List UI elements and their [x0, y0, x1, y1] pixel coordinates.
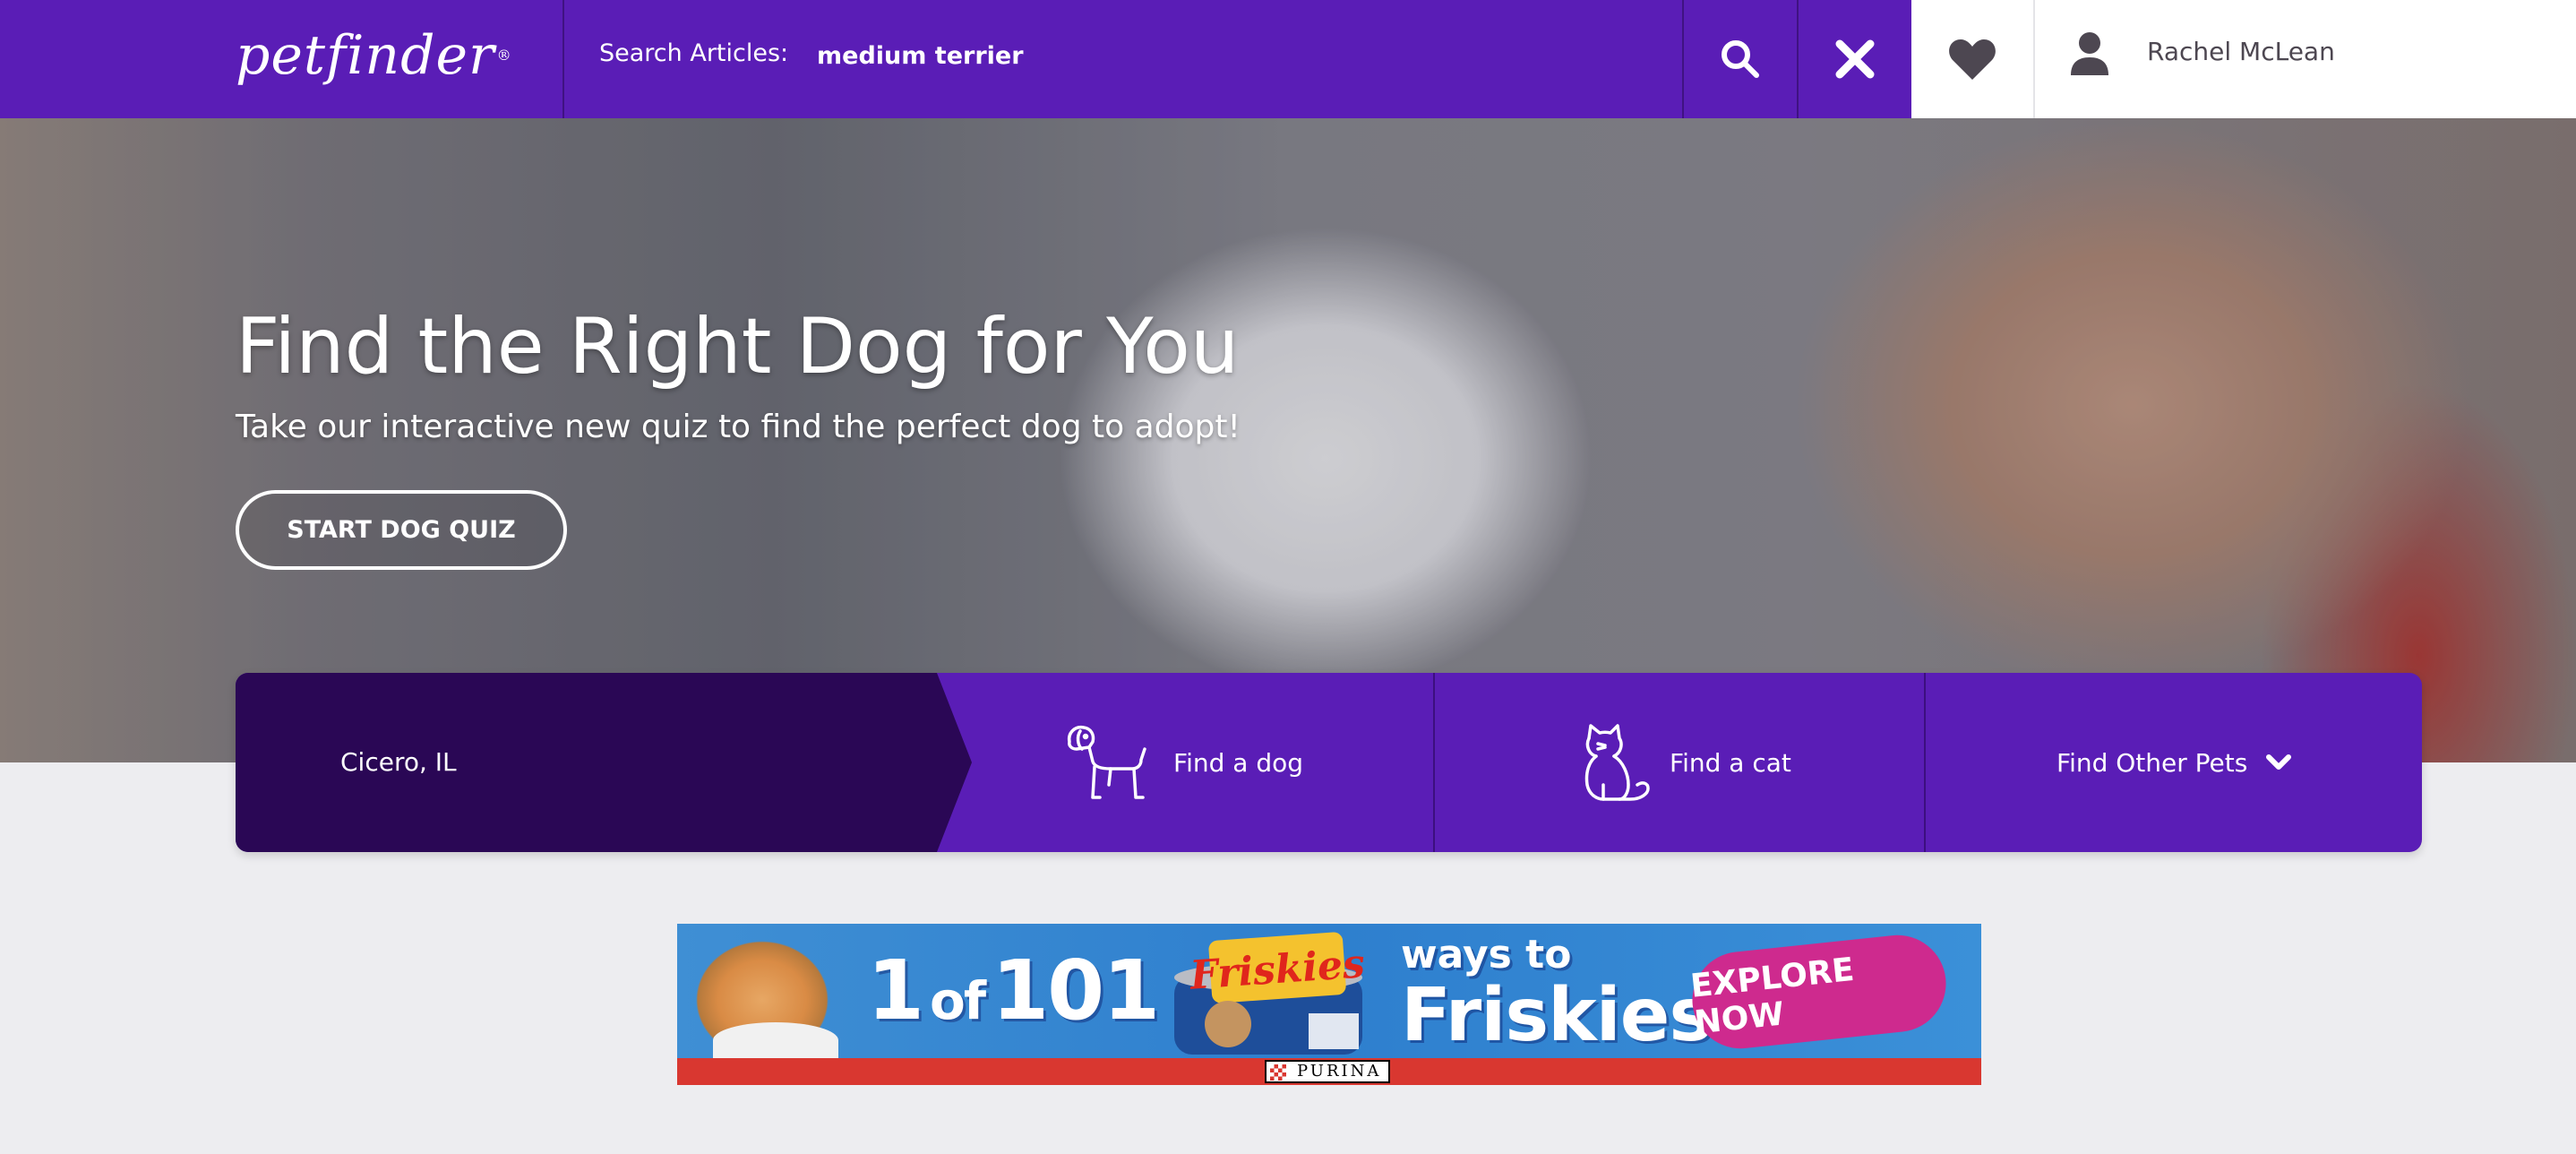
- ad-headline-of: of: [930, 970, 986, 1031]
- location-field[interactable]: Cicero, IL: [236, 673, 972, 852]
- friskies-can-image: Friskies: [1174, 931, 1371, 1056]
- close-icon: [1835, 39, 1875, 79]
- bar-divider: [1924, 673, 1926, 852]
- location-value: Cicero, IL: [340, 747, 457, 777]
- site-header: petfinder® Search Articles: Rachel McLea…: [0, 0, 2576, 118]
- cat-icon: [1584, 724, 1650, 801]
- ad-ways-to: ways to: [1401, 932, 1572, 977]
- find-dog-button[interactable]: Find a dog: [1062, 673, 1303, 852]
- ad-headline-2: 101: [992, 943, 1160, 1038]
- hero-subtitle: Take our interactive new quiz to find th…: [236, 409, 1241, 445]
- find-cat-label: Find a cat: [1670, 747, 1791, 778]
- user-account-button[interactable]: Rachel McLean: [2035, 0, 2576, 118]
- find-other-pets-dropdown[interactable]: Find Other Pets: [2057, 673, 2292, 852]
- ad-cat-chest: [713, 1022, 838, 1058]
- search-button[interactable]: [1684, 0, 1797, 118]
- pet-search-bar: Cicero, IL Find a dog Find a cat Find Ot…: [236, 673, 2422, 852]
- purina-checkerboard-icon: [1270, 1064, 1286, 1081]
- friskies-ad-banner[interactable]: 1 of101 Friskies ways to Friskies EXPLORE…: [677, 924, 1981, 1085]
- user-icon: [2071, 32, 2108, 75]
- find-other-pets-label: Find Other Pets: [2057, 747, 2248, 778]
- bar-divider: [1433, 673, 1435, 852]
- user-name: Rachel McLean: [2147, 37, 2335, 66]
- close-search-button[interactable]: [1799, 0, 1911, 118]
- ad-ways-brand: Friskies: [1401, 973, 1713, 1058]
- logo-mark: ®: [496, 47, 512, 64]
- favorites-button[interactable]: [1911, 0, 2035, 118]
- start-dog-quiz-button[interactable]: START DOG QUIZ: [236, 490, 567, 570]
- search-articles-label: Search Articles:: [599, 39, 789, 67]
- heart-icon: [1949, 39, 1996, 80]
- ad-explore-now-button[interactable]: EXPLORE NOW: [1687, 930, 1951, 1054]
- hero-title: Find the Right Dog for You: [236, 302, 1240, 392]
- purina-logo-text: PURINA: [1297, 1062, 1382, 1081]
- chevron-down-icon: [2266, 754, 2292, 770]
- petfinder-logo[interactable]: petfinder ®: [236, 20, 512, 91]
- search-articles-input[interactable]: [817, 34, 1623, 77]
- ad-ways-text: ways to Friskies: [1401, 932, 1713, 1058]
- find-cat-button[interactable]: Find a cat: [1576, 673, 1791, 852]
- purina-logo: PURINA: [1265, 1060, 1391, 1083]
- ad-headline: 1 of101: [867, 942, 1160, 1050]
- search-icon: [1722, 40, 1759, 78]
- header-divider: [562, 0, 564, 118]
- dog-icon: [1067, 725, 1146, 799]
- ad-headline-1: 1: [867, 943, 924, 1038]
- find-dog-label: Find a dog: [1173, 747, 1304, 778]
- hero-banner: Find the Right Dog for You Take our inte…: [0, 118, 2576, 762]
- logo-text: petfinder: [236, 24, 495, 87]
